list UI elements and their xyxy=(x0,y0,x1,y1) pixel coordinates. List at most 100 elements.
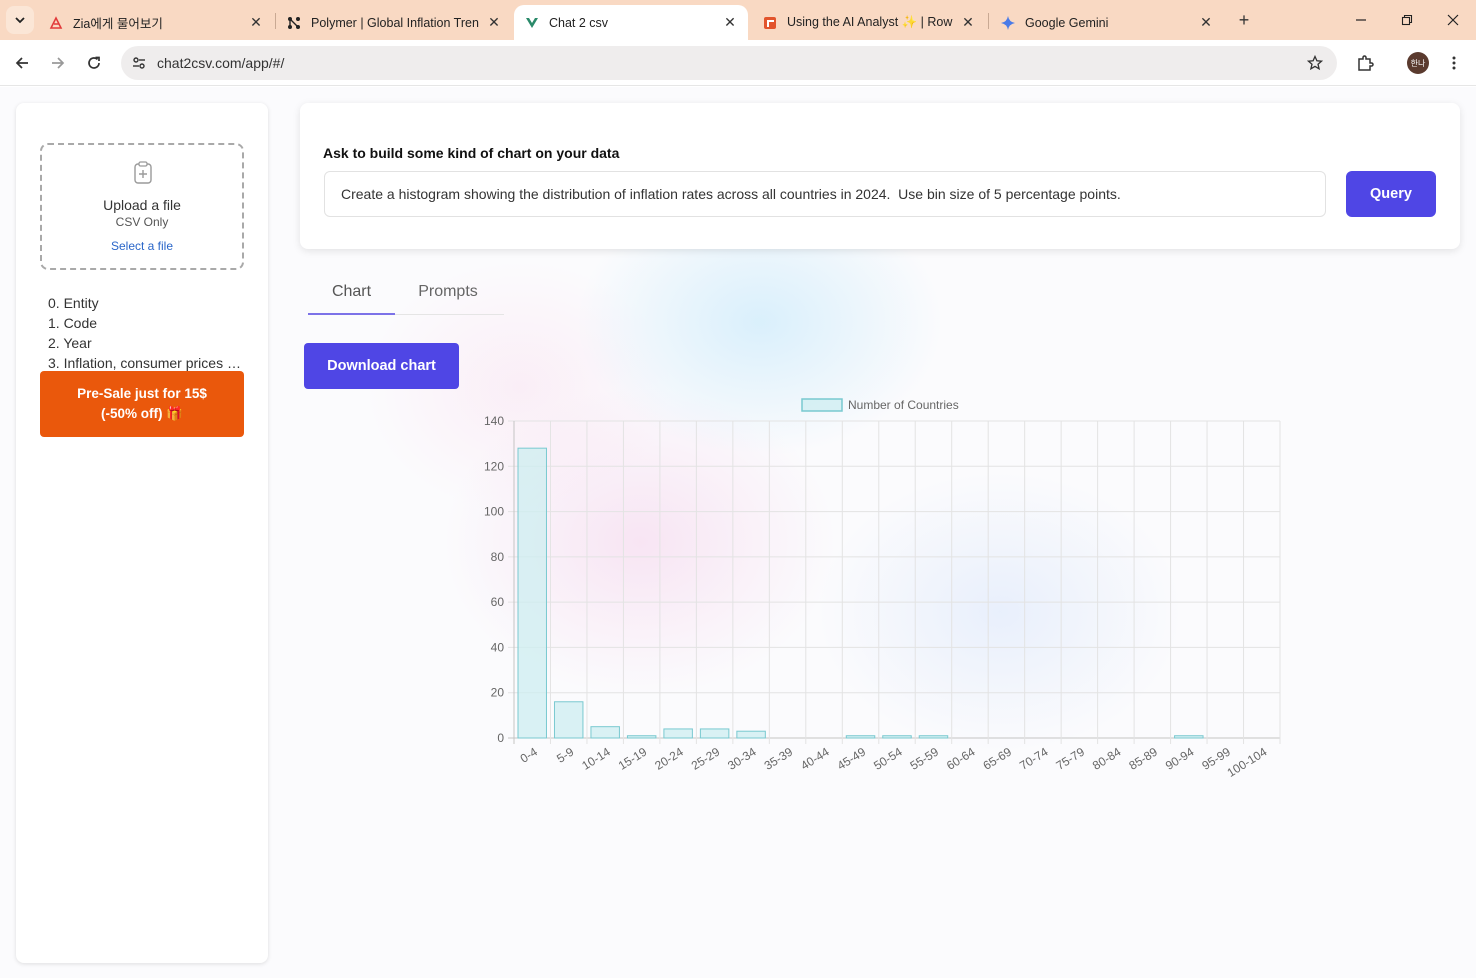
bar xyxy=(699,728,730,739)
address-bar[interactable]: chat2csv.com/app/#/ xyxy=(121,46,1337,80)
list-item: 1. Code xyxy=(48,315,98,331)
bar xyxy=(918,735,949,739)
list-item: 3. Inflation, consumer prices (annual %) xyxy=(48,355,244,371)
download-chart-button[interactable]: Download chart xyxy=(304,343,459,389)
tab-prompts[interactable]: Prompts xyxy=(395,277,501,315)
browser-tab-title: Chat 2 csv xyxy=(549,15,609,30)
upload-dropzone[interactable]: Upload a file CSV Only Select a file xyxy=(40,143,244,270)
x-tick-label: 50-54 xyxy=(871,745,905,773)
y-tick-label: 20 xyxy=(491,686,505,700)
x-tick-label: 80-84 xyxy=(1090,745,1124,773)
presale-button[interactable]: Pre-Sale just for 15$ (-50% off) 🎁 xyxy=(40,371,244,437)
browser-tab-title: Google Gemini xyxy=(1025,15,1109,30)
legend-label: Number of Countries xyxy=(848,398,959,412)
y-tick-label: 140 xyxy=(484,414,504,428)
bar xyxy=(845,735,876,739)
polymer-icon xyxy=(286,15,302,31)
browser-tab-bar: Zia에게 물어보기 ✕ Polymer | Global Inflation … xyxy=(0,0,1476,40)
x-tick-label: 25-29 xyxy=(689,745,723,773)
y-tick-label: 120 xyxy=(484,459,504,473)
y-tick-label: 0 xyxy=(497,731,504,745)
query-label: Ask to build some kind of chart on your … xyxy=(323,145,620,161)
close-icon[interactable]: ✕ xyxy=(722,14,738,31)
browser-toolbar: chat2csv.com/app/#/ 한나 xyxy=(0,40,1476,86)
browser-tab-gemini[interactable]: Google Gemini ✕ xyxy=(990,5,1224,40)
arrow-left-icon xyxy=(15,57,28,69)
x-tick-label: 35-39 xyxy=(762,745,796,773)
forward-button[interactable] xyxy=(46,51,70,75)
x-tick-label: 65-69 xyxy=(981,745,1015,773)
bookmark-star-icon[interactable] xyxy=(1305,53,1325,73)
bar xyxy=(626,735,657,739)
sidebar: Upload a file CSV Only Select a file 0. … xyxy=(16,103,268,963)
bar xyxy=(882,735,912,739)
minimize-button[interactable] xyxy=(1349,8,1373,32)
close-icon[interactable]: ✕ xyxy=(486,14,502,31)
restore-button[interactable] xyxy=(1395,8,1419,32)
x-tick-label: 75-79 xyxy=(1054,745,1088,773)
close-icon[interactable]: ✕ xyxy=(248,14,264,31)
y-tick-label: 40 xyxy=(491,640,505,654)
extensions-button[interactable] xyxy=(1353,51,1377,75)
browser-tab-zia[interactable]: Zia에게 물어보기 ✕ xyxy=(38,5,274,40)
rows-icon xyxy=(762,15,778,31)
new-tab-button[interactable]: + xyxy=(1232,8,1256,32)
browser-tab-title: Polymer | Global Inflation Tren xyxy=(311,15,479,30)
panel-tabs: Chart Prompts xyxy=(308,277,504,315)
x-tick-label: 45-49 xyxy=(835,745,869,773)
reload-button[interactable] xyxy=(82,51,106,75)
close-icon xyxy=(1447,14,1459,26)
upload-subtitle: CSV Only xyxy=(115,215,169,229)
close-icon[interactable]: ✕ xyxy=(1198,14,1214,31)
x-tick-label: 0-4 xyxy=(518,744,540,765)
url-text: chat2csv.com/app/#/ xyxy=(157,55,285,71)
zia-icon xyxy=(48,15,64,31)
y-tick-label: 80 xyxy=(491,550,505,564)
back-button[interactable] xyxy=(10,51,34,75)
bar xyxy=(1174,735,1204,739)
bar xyxy=(736,730,766,739)
list-item: 2. Year xyxy=(48,335,92,351)
x-tick-label: 60-64 xyxy=(944,745,978,773)
close-icon[interactable]: ✕ xyxy=(960,14,976,31)
presale-line-1: Pre-Sale just for 15$ xyxy=(77,386,207,401)
browser-menu-button[interactable] xyxy=(1442,51,1466,75)
x-tick-label: 70-74 xyxy=(1017,745,1051,773)
restore-icon xyxy=(1401,14,1413,26)
bar xyxy=(590,726,620,739)
bar xyxy=(517,447,547,739)
select-file-link[interactable]: Select a file xyxy=(42,239,242,253)
close-window-button[interactable] xyxy=(1441,8,1465,32)
minimize-icon xyxy=(1356,19,1366,21)
more-vertical-icon xyxy=(1452,56,1456,70)
browser-tab-rows[interactable]: Using the AI Analyst ✨ | Row ✕ xyxy=(752,5,986,40)
y-tick-label: 60 xyxy=(491,595,505,609)
browser-tab-title: Using the AI Analyst ✨ | Row xyxy=(787,15,953,29)
arrow-right-icon xyxy=(52,57,65,69)
tab-separator xyxy=(988,13,989,29)
query-input[interactable] xyxy=(324,171,1326,217)
histogram-chart: 0 20 40 60 80 100 120 140 0-4 5-9 10-14 15-19 20-24 2… xyxy=(484,398,1281,780)
puzzle-icon xyxy=(1358,55,1374,71)
profile-avatar[interactable]: 한나 xyxy=(1407,52,1429,74)
bar xyxy=(553,701,584,739)
chat2csv-icon xyxy=(524,15,540,31)
x-tick-label: 85-89 xyxy=(1126,745,1160,773)
browser-tab-title: Zia에게 물어보기 xyxy=(73,17,163,31)
browser-tab-polymer[interactable]: Polymer | Global Inflation Tren ✕ xyxy=(276,5,512,40)
x-tick-label: 5-9 xyxy=(554,744,576,765)
x-tick-label: 15-19 xyxy=(616,745,650,773)
tab-chart[interactable]: Chart xyxy=(308,277,395,315)
browser-tab-chat2csv[interactable]: Chat 2 csv ✕ xyxy=(514,5,748,40)
query-button[interactable]: Query xyxy=(1346,171,1436,217)
list-item: 0. Entity xyxy=(48,295,99,311)
x-tick-label: 10-14 xyxy=(579,745,613,773)
presale-line-2: (-50% off) 🎁 xyxy=(100,406,184,421)
x-tick-label: 40-44 xyxy=(798,745,832,773)
site-settings-icon[interactable] xyxy=(129,53,149,73)
x-tick-label: 100-104 xyxy=(1225,745,1270,780)
y-tick-label: 100 xyxy=(484,505,504,519)
tab-search-button[interactable] xyxy=(6,6,34,34)
x-tick-label: 55-59 xyxy=(908,745,942,773)
upload-title: Upload a file xyxy=(103,197,181,213)
